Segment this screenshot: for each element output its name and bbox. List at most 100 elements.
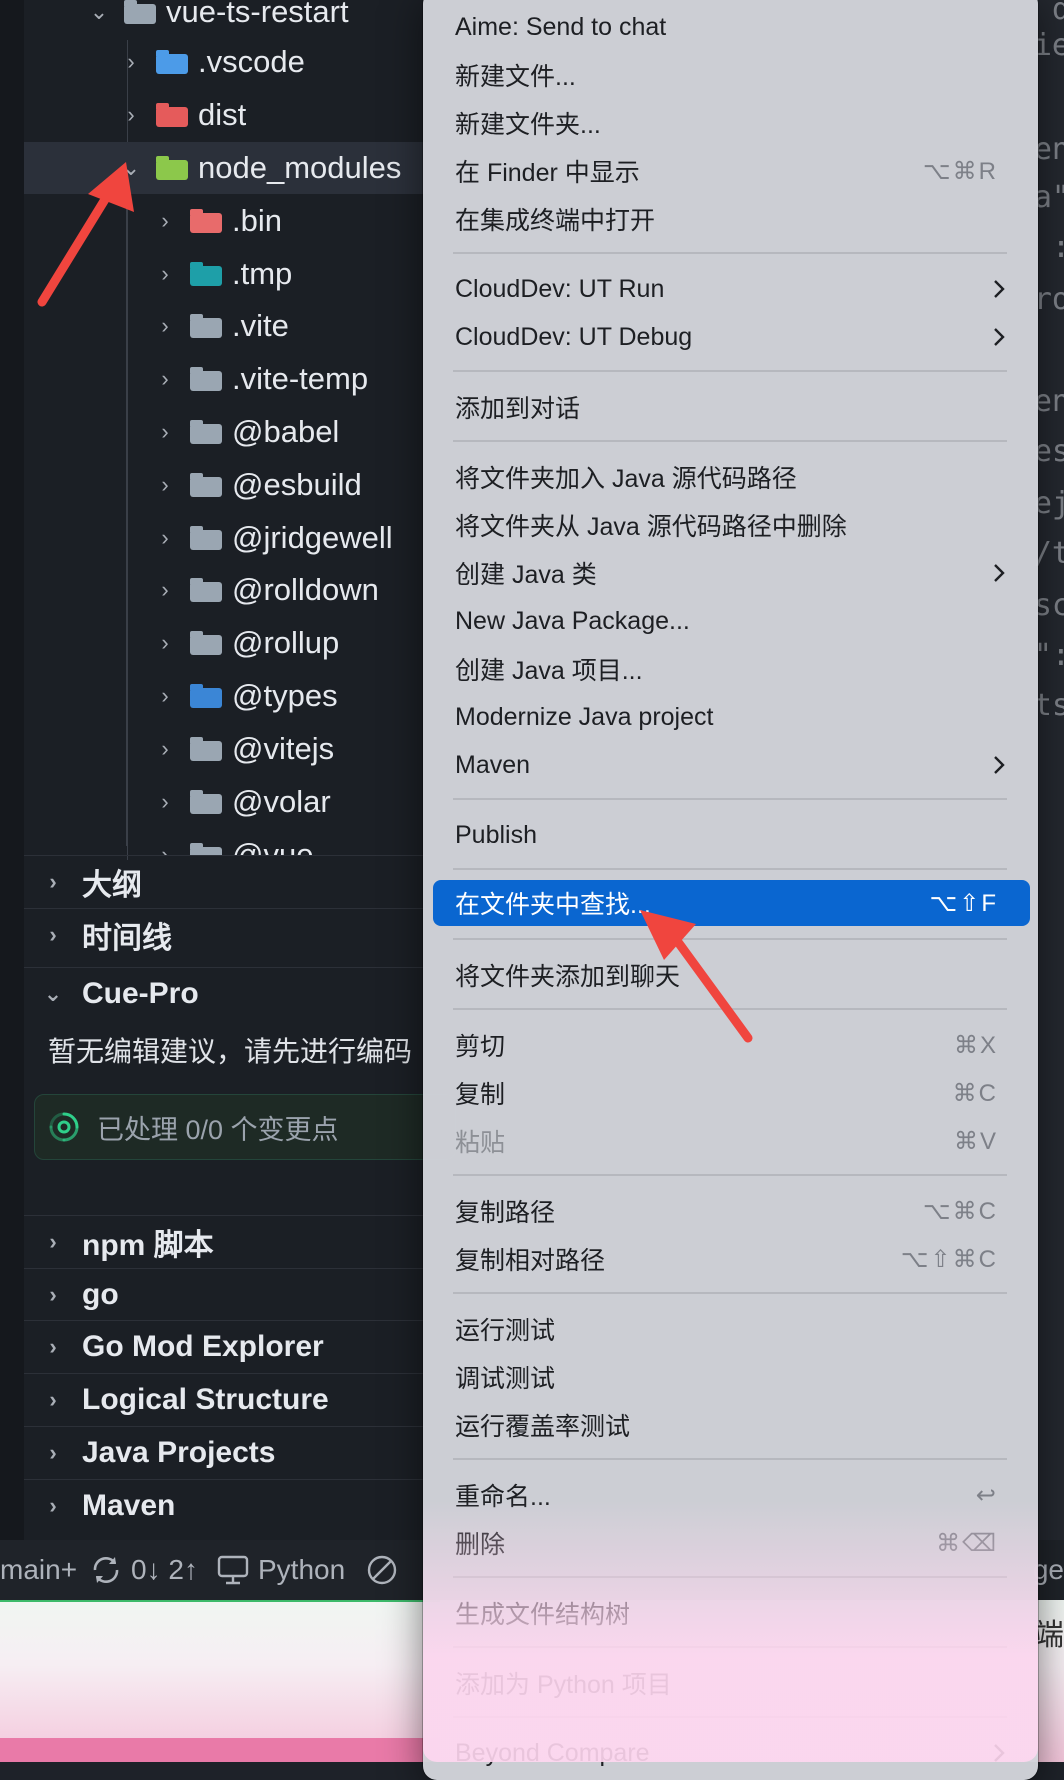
menu-item-beyond-compare[interactable]: Beyond Compare [433,1730,1030,1776]
tree-item-label: @vue [232,837,314,855]
menu-item-modernize-java[interactable]: Modernize Java project [433,694,1030,740]
menu-item-aime-send[interactable]: Aime: Send to chat [433,4,1030,50]
tree-item-rollup[interactable]: › @rollup [24,617,430,669]
menu-label: New Java Package... [455,606,690,635]
menu-item-add-python-project[interactable]: 添加为 Python 项目 [433,1660,1030,1706]
language-status[interactable]: Python [258,1554,345,1586]
tree-item-types[interactable]: › @types [24,670,430,722]
code-fragment: sc [1033,588,1064,623]
menu-item-create-java-class[interactable]: 创建 Java 类 [433,550,1030,596]
chevron-right-icon [994,564,1005,582]
menu-item-add-folder-to-chat[interactable]: 将文件夹添加到聊天 [433,952,1030,998]
menu-item-run-tests[interactable]: 运行测试 [433,1306,1030,1352]
tree-item-vue[interactable]: › @vue [24,829,430,855]
chevron-right-icon: › [161,789,169,814]
tree-item-label: @rolldown [232,572,379,607]
section-maven[interactable]: › Maven [24,1479,430,1532]
section-cue-pro[interactable]: ⌄ Cue-Pro [24,967,430,1020]
menu-item-copy[interactable]: 复制 ⌘C [433,1070,1030,1116]
code-fragment: ie [1033,28,1064,63]
chevron-right-icon: › [49,922,57,947]
menu-item-new-folder[interactable]: 新建文件夹... [433,100,1030,146]
sync-icon[interactable] [89,1553,123,1587]
tree-item-jridgewell[interactable]: › @jridgewell [24,512,430,564]
sync-counts[interactable]: 0↓ 2↑ [131,1554,198,1586]
branch-status[interactable]: main+ [0,1554,77,1586]
tree-item-dist[interactable]: › dist [24,89,430,141]
menu-label: 复制 [455,1081,506,1109]
menu-item-new-java-package[interactable]: New Java Package... [433,598,1030,644]
menu-item-reveal-finder[interactable]: 在 Finder 中显示 ⌥⌘R [433,148,1030,194]
tree-item-vitejs[interactable]: › @vitejs [24,723,430,775]
section-go[interactable]: › go [24,1268,430,1321]
tree-item-vite-temp[interactable]: › .vite-temp [24,353,430,405]
menu-separator [453,868,1007,870]
menu-item-add-to-chat[interactable]: 添加到对话 [433,384,1030,430]
menu-separator [453,1646,1007,1648]
menu-item-ut-debug[interactable]: CloudDev: UT Debug [433,314,1030,360]
tree-item-node-modules[interactable]: ⌄ node_modules [24,142,430,194]
menu-item-generate-tree[interactable]: 生成文件结构树 [433,1590,1030,1636]
menu-item-rename[interactable]: 重命名... ↩ [433,1472,1030,1518]
section-title: go [82,1278,119,1311]
tree-item-label: @babel [232,414,340,449]
menu-item-add-java-source[interactable]: 将文件夹加入 Java 源代码路径 [433,454,1030,500]
section-timeline[interactable]: › 时间线 [24,908,430,961]
menu-item-delete[interactable]: 删除 ⌘⌫ [433,1520,1030,1566]
tree-item-vite[interactable]: › .vite [24,300,430,352]
menu-item-remove-java-source[interactable]: 将文件夹从 Java 源代码路径中删除 [433,502,1030,548]
tree-item-volar[interactable]: › @volar [24,776,430,828]
chevron-right-icon: › [49,1229,57,1254]
menu-item-maven[interactable]: Maven [433,742,1030,788]
section-title: 大纲 [82,869,142,902]
cue-pro-message: 暂无编辑建议，请先进行编码 [48,1036,413,1067]
section-outline[interactable]: › 大纲 [24,855,430,908]
menu-label: 在 Finder 中显示 [455,159,640,187]
tree-item-tmp[interactable]: › .tmp [24,248,430,300]
menu-item-create-java-project[interactable]: 创建 Java 项目... [433,646,1030,692]
ts-folder-icon [190,684,222,708]
chevron-down-icon: ⌄ [121,155,141,180]
menu-label: Maven [455,750,531,779]
menu-label: 添加为 Python 项目 [455,1671,672,1699]
menu-label: 将文件夹添加到聊天 [455,963,681,991]
menu-item-debug-tests[interactable]: 调试测试 [433,1354,1030,1400]
section-go-mod-explorer[interactable]: › Go Mod Explorer [24,1320,430,1373]
section-npm[interactable]: › npm 脚本 [24,1215,430,1268]
shortcut-label: ⌥⇧F [929,889,998,917]
tree-item-label: @vitejs [232,731,335,766]
menu-label: 剪切 [455,1033,506,1061]
chevron-right-icon [994,280,1005,298]
folder-icon [190,631,222,655]
menu-item-run-coverage[interactable]: 运行覆盖率测试 [433,1402,1030,1448]
tree-item-babel[interactable]: › @babel [24,406,430,458]
code-fragment: ej [1033,486,1064,521]
cue-pro-status: 已处理 0/0 个变更点 [34,1094,456,1160]
tree-item-label: .bin [232,203,282,238]
tree-item-rolldown[interactable]: › @rolldown [24,564,430,616]
menu-separator [453,1458,1007,1460]
menu-item-cut[interactable]: 剪切 ⌘X [433,1022,1030,1068]
menu-item-find-in-folder[interactable]: 在文件夹中查找... ⌥⇧F [433,880,1030,926]
menu-separator [453,1008,1007,1010]
cue-status-text: 已处理 0/0 个变更点 [97,1114,339,1145]
menu-separator [453,938,1007,940]
menu-item-publish[interactable]: Publish [433,812,1030,858]
section-logical-structure[interactable]: › Logical Structure [24,1373,430,1426]
tree-item-vue-clip: › @vue [24,829,430,855]
tree-item-vscode[interactable]: › .vscode [24,36,430,88]
section-title: Cue-Pro [82,977,199,1010]
menu-item-copy-relative-path[interactable]: 复制相对路径 ⌥⇧⌘C [433,1236,1030,1282]
menu-separator [453,1716,1007,1718]
tree-item-bin[interactable]: › .bin [24,195,430,247]
menu-item-copy-path[interactable]: 复制路径 ⌥⌘C [433,1188,1030,1234]
menu-item-ut-run[interactable]: CloudDev: UT Run [433,266,1030,312]
tree-item-esbuild[interactable]: › @esbuild [24,459,430,511]
menu-label: 运行测试 [455,1317,556,1345]
menu-label: Publish [455,820,537,849]
panel-right-char: 端 [1034,1619,1064,1652]
menu-item-open-terminal[interactable]: 在集成终端中打开 [433,196,1030,242]
menu-item-new-file[interactable]: 新建文件... [433,52,1030,98]
menu-separator [453,440,1007,442]
section-java-projects[interactable]: › Java Projects [24,1426,430,1479]
